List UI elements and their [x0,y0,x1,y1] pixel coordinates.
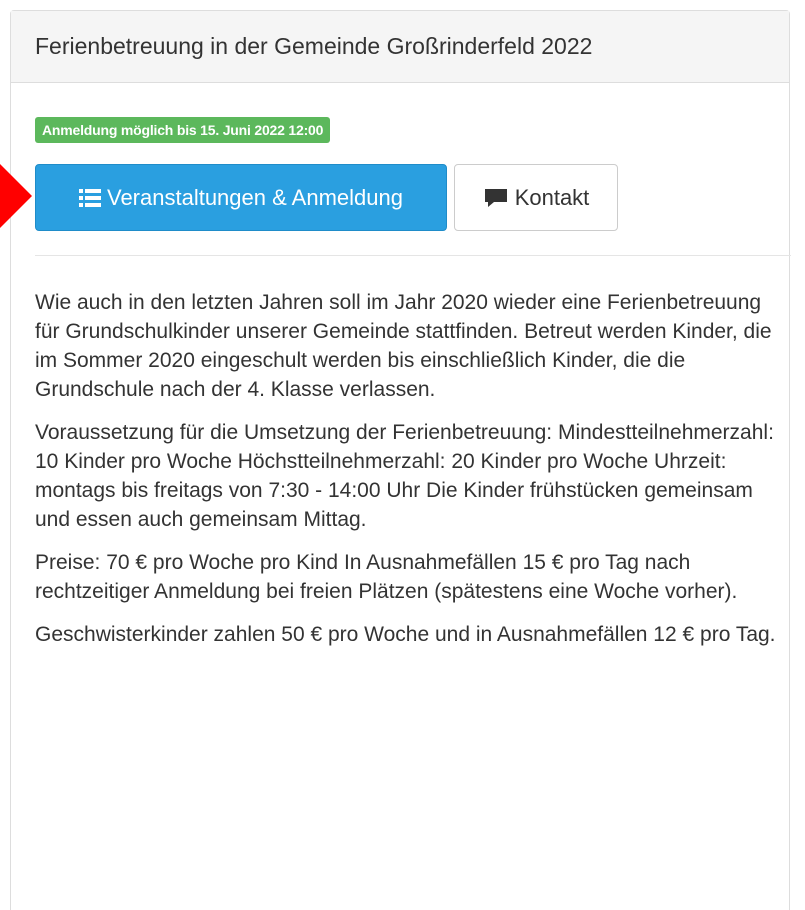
pointer-arrow-icon [0,164,32,228]
page-title: Ferienbetreuung in der Gemeinde Großrind… [35,33,593,59]
siblings-paragraph: Geschwisterkinder zahlen 50 € pro Woche … [35,623,776,646]
description-paragraph: Wie auch in den letzten Jahren soll im J… [35,291,772,401]
description-content: Wie auch in den letzten Jahren soll im J… [35,288,790,663]
registration-deadline-badge: Anmeldung möglich bis 15. Juni 2022 12:0… [35,117,331,143]
event-panel: Ferienbetreuung in der Gemeinde Großrind… [10,10,791,910]
panel-heading: Ferienbetreuung in der Gemeinde Großrind… [11,11,789,83]
comment-icon [483,187,509,209]
events-registration-button[interactable]: Veranstaltungen & Anmeldung [35,164,447,231]
requirements-paragraph: Voraussetzung für die Umsetzung der Feri… [35,421,774,531]
divider [35,255,791,256]
list-icon [78,188,101,208]
contact-button[interactable]: Kontakt [454,164,618,231]
contact-label: Kontakt [514,184,590,210]
events-registration-label: Veranstaltungen & Anmeldung [106,184,403,210]
prices-paragraph: Preise: 70 € pro Woche pro Kind In Ausna… [35,551,738,603]
